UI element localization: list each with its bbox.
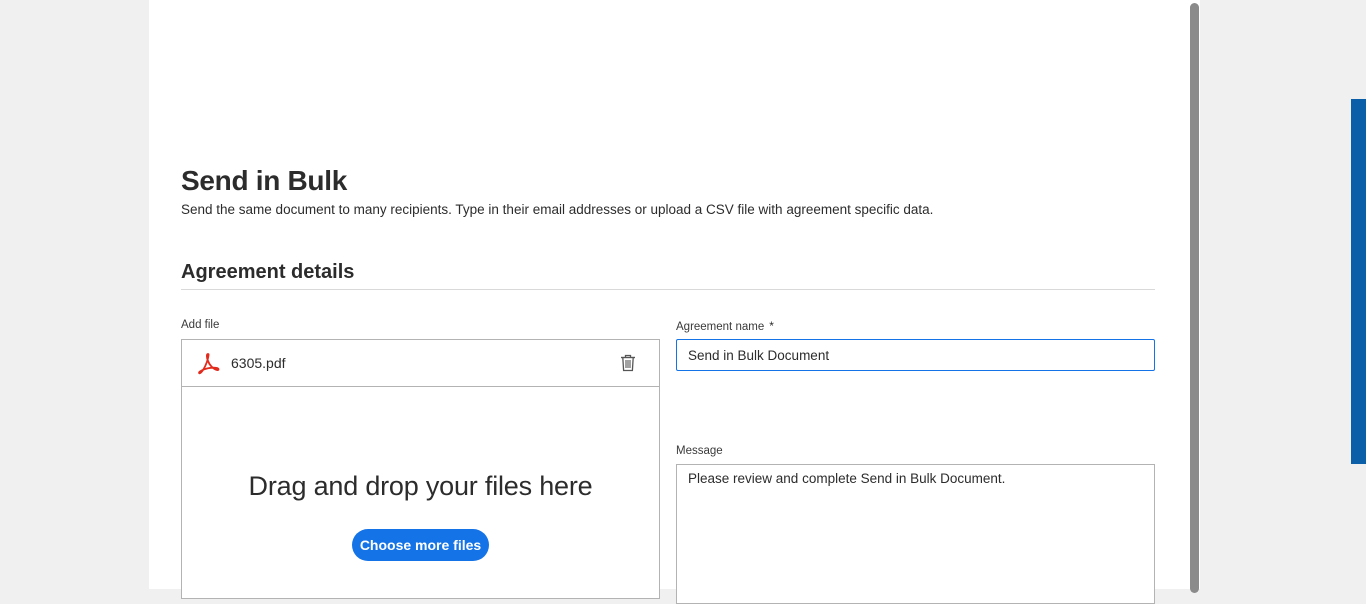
agreement-name-input[interactable] [676,339,1155,371]
drop-zone-text: Drag and drop your files here [248,471,593,501]
section-divider [181,289,1155,290]
file-drop-zone[interactable]: 6305.pdf Drag and drop your files here C… [181,339,660,599]
trash-icon[interactable] [620,354,636,372]
pdf-icon [196,352,220,375]
agreement-name-label: Agreement name * [676,319,774,333]
choose-more-files-button[interactable]: Choose more files [352,529,489,561]
page-title: Send in Bulk [181,165,347,196]
page-subtitle: Send the same document to many recipient… [181,202,934,217]
required-marker: * [769,319,774,333]
message-label: Message [676,445,723,457]
message-textarea[interactable]: Please review and complete Send in Bulk … [676,464,1155,604]
file-row: 6305.pdf [182,340,659,387]
agreement-name-label-text: Agreement name [676,321,765,333]
add-file-label: Add file [181,319,220,331]
file-name: 6305.pdf [231,355,286,371]
section-title: Agreement details [181,261,355,283]
side-accent-bar [1351,99,1366,464]
scrollbar-thumb[interactable] [1190,3,1199,593]
